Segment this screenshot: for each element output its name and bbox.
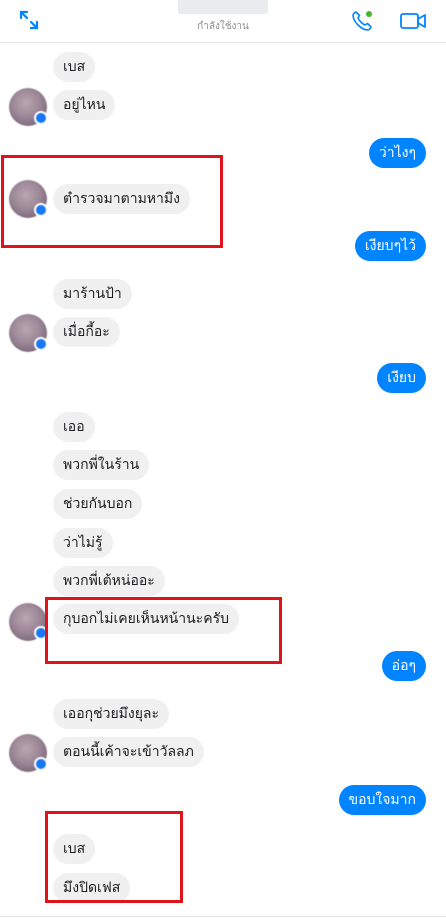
contact-avatar[interactable]	[9, 734, 48, 772]
contact-avatar[interactable]	[9, 314, 48, 352]
message-incoming[interactable]: พวกพี่เต้หน่ออะ	[53, 566, 165, 596]
video-call-icon[interactable]	[399, 11, 427, 35]
message-outgoing[interactable]: ขอบใจมาก	[338, 785, 426, 815]
message-incoming[interactable]: ว่าไม่รู้	[53, 528, 113, 558]
message-incoming[interactable]: เบส	[53, 52, 96, 82]
highlight-box	[1, 155, 223, 248]
message-outgoing[interactable]: เงียบๆไว้	[354, 231, 426, 261]
messenger-badge-icon	[34, 337, 48, 351]
contact-name-blurred	[178, 0, 268, 14]
message-incoming[interactable]: ตอนนี้เค้าจะเข้าวัลลภ	[53, 737, 204, 767]
contact-avatar[interactable]	[9, 603, 48, 641]
message-incoming[interactable]: เมื่อกี้อะ	[53, 317, 120, 347]
contact-avatar[interactable]	[9, 88, 48, 126]
message-outgoing[interactable]: อ่อๆ	[381, 651, 426, 681]
message-incoming[interactable]: ช่วยกันบอก	[53, 489, 143, 519]
phone-call-icon[interactable]	[350, 9, 374, 37]
message-incoming[interactable]: อยู่ไหน	[53, 90, 116, 120]
chat-header: กำลังใช้งาน	[0, 0, 446, 43]
active-status: กำลังใช้งาน	[197, 21, 249, 32]
message-incoming[interactable]: มาร้านป้า	[53, 279, 132, 309]
message-incoming[interactable]: เออ	[53, 412, 95, 442]
message-outgoing[interactable]: เงียบ	[377, 363, 426, 393]
message-incoming[interactable]: พวกพี่ในร้าน	[53, 450, 150, 480]
message-outgoing[interactable]: ว่าไงๆ	[368, 138, 426, 168]
messenger-badge-icon	[34, 757, 48, 771]
highlight-box	[45, 597, 282, 664]
composer-divider	[0, 916, 446, 917]
message-incoming[interactable]: เออกุช่วยมึงยุละ	[53, 699, 170, 729]
messenger-badge-icon	[34, 111, 48, 125]
highlight-box	[45, 811, 183, 903]
